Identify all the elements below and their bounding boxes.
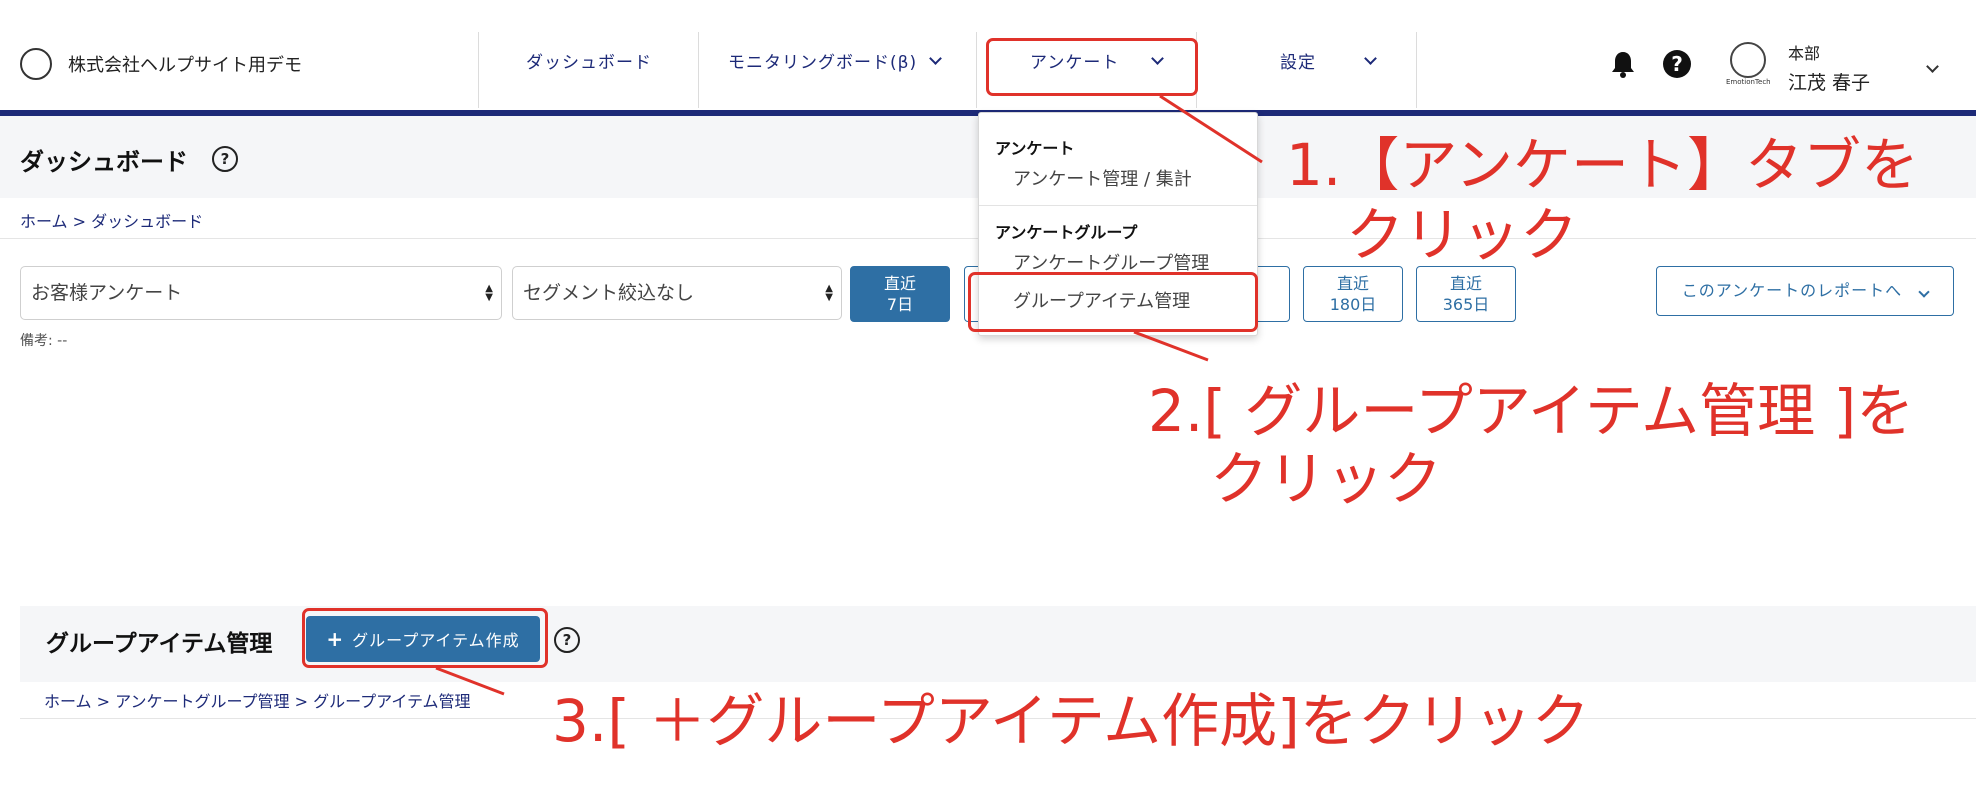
annotation-step3: 3.[ ＋グループアイテム作成]をクリック [552, 687, 1590, 755]
annotation-step2-line1: 2.[ グループアイテム管理 ]を [1148, 377, 1915, 445]
annotation-step2-line2: クリック [1210, 445, 1443, 513]
annotation-step1-line1: 1.【アンケート】タブを [1286, 131, 1920, 199]
annotation-step1-line2: クリック [1346, 201, 1579, 269]
